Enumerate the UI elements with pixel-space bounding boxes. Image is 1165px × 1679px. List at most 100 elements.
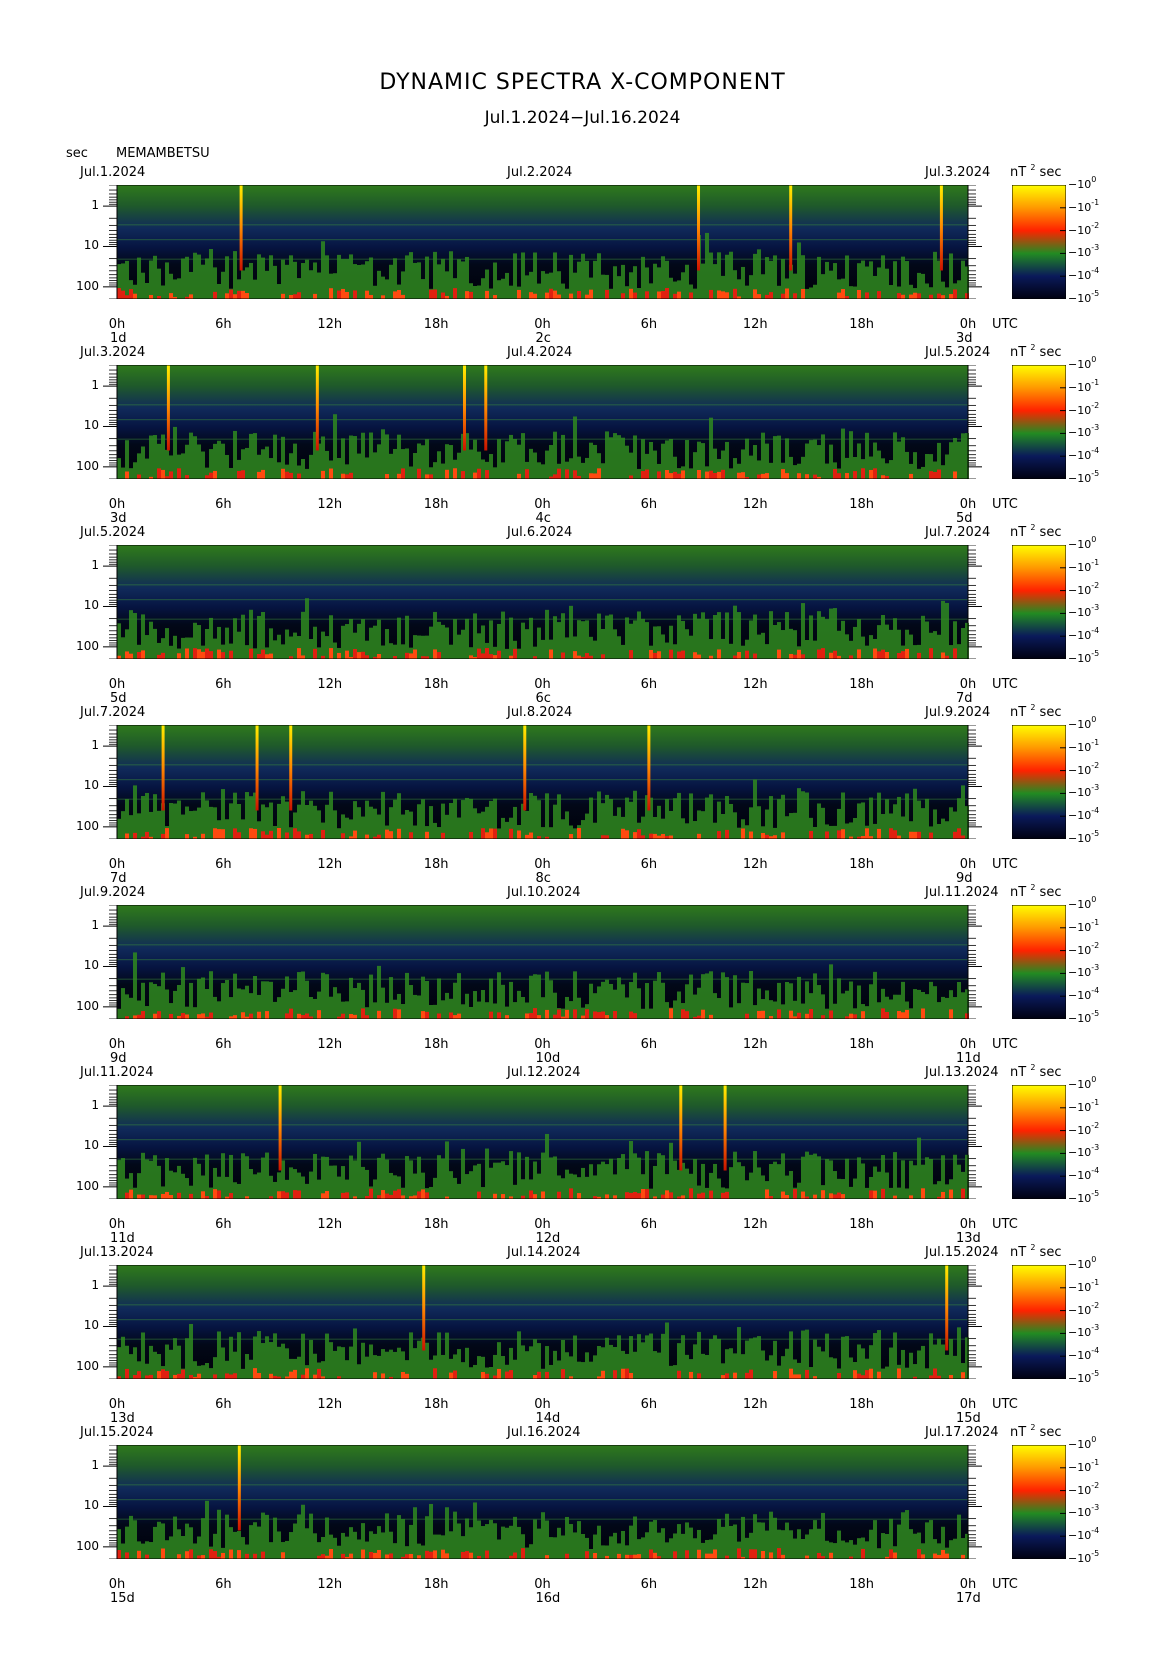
activity-column [309,1171,313,1199]
activity-column [849,822,853,839]
colorbar-tick-label: −10-3 [1068,1323,1100,1340]
y-tick-label: 100 [76,278,99,293]
activity-column [301,1504,305,1559]
activity-hotspot [269,653,273,659]
activity-column [461,800,465,839]
activity-hotspot [613,1195,617,1199]
colorbar-tick-label: −100 [1068,1255,1097,1271]
activity-hotspot [909,473,913,479]
activity-hotspot [909,1195,913,1199]
activity-hotspot [265,654,269,659]
activity-column [417,635,421,659]
activity-hotspot [621,1368,625,1379]
activity-column [289,636,293,659]
activity-hotspot [485,648,489,659]
colorbar-exponent: -4 [1091,986,1100,996]
activity-hotspot [429,289,433,299]
activity-hotspot [377,653,381,659]
activity-hotspot [797,649,801,659]
activity-column [773,1517,777,1559]
activity-hotspot [125,295,129,299]
activity-hotspot [665,470,669,479]
activity-column [521,622,525,659]
activity-column [785,816,789,839]
activity-column [421,635,425,659]
activity-column [457,452,461,479]
activity-column [165,989,169,1019]
activity-hotspot [737,1548,741,1559]
activity-hotspot [141,1011,145,1019]
activity-hotspot [393,1190,397,1199]
activity-column [437,978,441,1019]
activity-column [369,1344,373,1379]
activity-hotspot [869,469,873,479]
activity-hotspot [641,471,645,479]
activity-column [921,615,925,659]
activity-hotspot [713,472,717,479]
activity-column [329,996,333,1019]
x-tick-label: 18h [849,1397,875,1412]
activity-hotspot [317,1010,321,1019]
activity-column [753,1151,757,1199]
activity-hotspot [189,1549,193,1559]
activity-hotspot [953,471,957,479]
activity-column [617,276,621,299]
unit-prefix: nT [1010,1065,1027,1080]
activity-column [369,974,373,1019]
activity-hotspot [525,834,529,839]
colorbar-exponent: -1 [1091,197,1100,207]
day-label-mid: 6c [535,691,551,706]
activity-column [785,1348,789,1379]
activity-hotspot [733,288,737,299]
activity-hotspot [317,1368,321,1379]
activity-hotspot [829,1552,833,1559]
activity-column [817,803,821,839]
activity-column [229,1154,233,1199]
activity-column [517,1526,521,1559]
panel-end-date: Jul.5.2024 [925,345,991,360]
activity-hotspot [505,1015,509,1019]
activity-hotspot [297,831,301,839]
activity-hotspot [313,1374,317,1379]
activity-hotspot [289,1008,293,1019]
activity-column [685,823,689,839]
activity-column [457,1523,461,1559]
activity-column [565,811,569,839]
activity-hotspot [529,832,533,839]
colorbar-tick-label: −100 [1068,1435,1097,1451]
activity-hotspot [681,1195,685,1199]
activity-column [633,435,637,479]
activity-hotspot [897,293,901,299]
activity-column [233,430,237,479]
y-tick-label: 1 [91,1278,99,1293]
activity-column [869,797,873,839]
activity-column [665,799,669,839]
activity-column [853,286,857,299]
activity-column [613,1532,617,1559]
activity-column [793,1000,797,1019]
activity-column [277,1346,281,1379]
activity-column [381,429,385,479]
activity-column [769,796,773,839]
x-tick-label: 0h [534,497,551,512]
activity-column [341,625,345,659]
activity-column [165,449,169,479]
activity-column [617,435,621,479]
activity-column [257,1331,261,1379]
activity-column [889,999,893,1019]
activity-column [249,1525,253,1559]
activity-hotspot [261,469,265,479]
activity-column [141,1152,145,1199]
activity-column [273,265,277,299]
activity-hotspot [953,289,957,299]
activity-column [509,285,513,299]
panel-mid-date: Jul.2.2024 [507,165,573,180]
activity-hotspot [449,1372,453,1379]
colorbar-exponent: -2 [1091,1120,1100,1130]
pulsation-spike [237,1445,241,1531]
y-tick-label: 10 [83,1138,99,1153]
activity-hotspot [773,1371,777,1379]
activity-column [397,434,401,479]
activity-hotspot [605,835,609,839]
activity-column [425,256,429,299]
